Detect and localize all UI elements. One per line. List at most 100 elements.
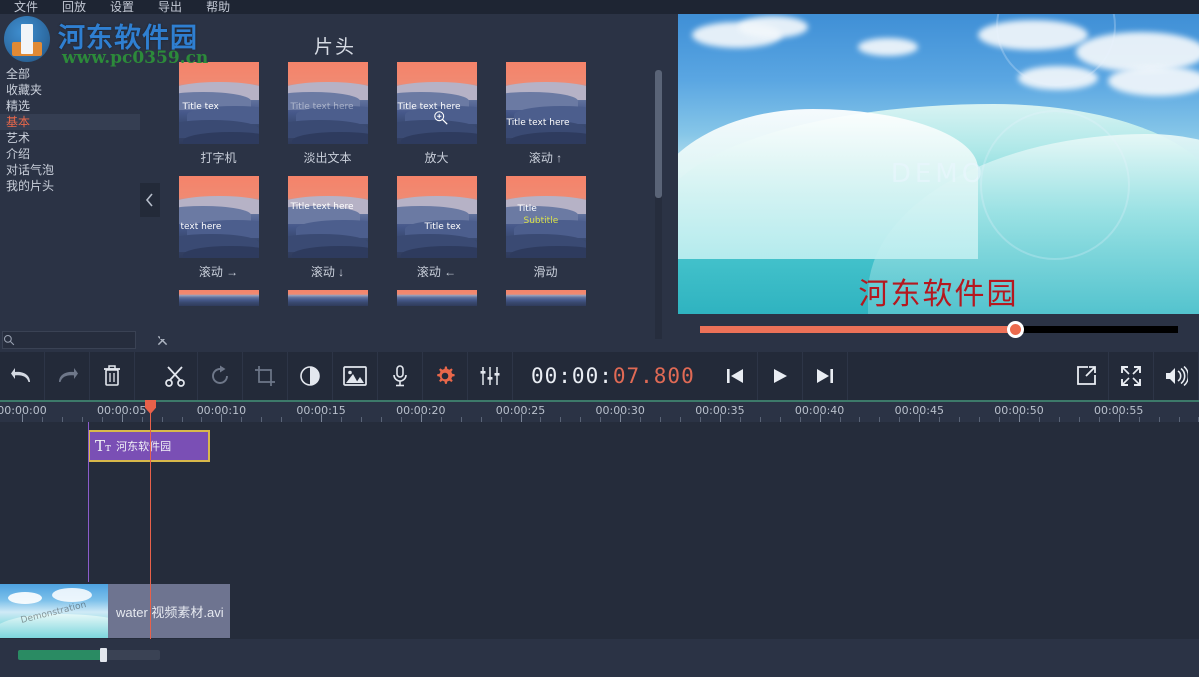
rotate-icon [209, 365, 231, 387]
sidebar-item-label: 基本 [6, 115, 31, 129]
undo-button[interactable] [0, 352, 45, 400]
ruler-tick-major [719, 414, 721, 422]
template-preview-text: text here [180, 222, 222, 232]
template-preview-text: Title text here [506, 118, 570, 128]
snapshot-button[interactable] [1064, 352, 1109, 400]
template-thumbnail: text here [178, 176, 259, 258]
record-audio-button[interactable] [378, 352, 423, 400]
template-card-partial[interactable] [491, 290, 600, 306]
template-preview-text: Title text here [290, 102, 354, 112]
sidebar-item-favorites[interactable]: 收藏夹 [0, 82, 140, 98]
ruler-tick-major [121, 414, 123, 422]
template-card-scroll-left[interactable]: Title tex 滚动 ← [382, 176, 491, 280]
template-card-typewriter[interactable]: Title tex 打字机 [164, 62, 273, 166]
fullscreen-button[interactable] [1109, 352, 1154, 400]
sidebar-item-featured[interactable]: 精选 [0, 98, 140, 114]
scrollbar-thumb[interactable] [655, 70, 662, 198]
timeline-tracks[interactable]: Tт 河东软件园 Demonstration water 视频素材.avi [0, 422, 1199, 639]
menu-item-settings[interactable]: 设置 [98, 1, 146, 14]
timeline-playhead[interactable] [145, 400, 156, 639]
split-button[interactable] [153, 352, 198, 400]
sidebar-item-intro[interactable]: 介绍 [0, 146, 140, 162]
zoom-fill [18, 650, 104, 660]
menu-item-help[interactable]: 帮助 [194, 1, 242, 14]
rotate-button[interactable] [198, 352, 243, 400]
template-preview-text: Title tex [182, 102, 219, 112]
template-card-zoom[interactable]: Title text here 放大 [382, 62, 491, 166]
image-icon [343, 366, 367, 386]
redo-button[interactable] [45, 352, 90, 400]
collapse-panel-button[interactable] [140, 183, 160, 217]
play-button[interactable] [758, 352, 803, 400]
zoom-in-icon [433, 110, 449, 126]
delete-button[interactable] [90, 352, 135, 400]
template-label: 滚动 ← [416, 265, 457, 279]
previous-frame-button[interactable] [713, 352, 758, 400]
menu-item-export[interactable]: 导出 [146, 1, 194, 14]
menu-item-playback[interactable]: 回放 [50, 1, 98, 14]
seek-handle[interactable] [1007, 320, 1025, 338]
settings-button[interactable] [423, 352, 468, 400]
template-label: 滑动 [533, 265, 558, 279]
image-button[interactable] [333, 352, 378, 400]
template-thumbnail: Title text here [287, 176, 368, 258]
video-clip[interactable]: Demonstration water 视频素材.avi [0, 584, 230, 638]
template-label: 滚动 → [198, 265, 239, 279]
template-preview-text: Title text here [397, 102, 461, 112]
sidebar-item-my-titles[interactable]: 我的片头 [0, 178, 140, 194]
sidebar-item-label: 介绍 [6, 147, 31, 161]
sidebar-item-all[interactable]: 全部 [0, 66, 140, 82]
template-card-slide[interactable]: Title Subtitle 滑动 [491, 176, 600, 280]
timecode-main: 00:00: [531, 364, 613, 388]
sidebar-item-basic[interactable]: 基本 [0, 114, 140, 130]
ruler-tick-major [1118, 414, 1120, 422]
zoom-knob[interactable] [100, 648, 108, 662]
timeline-zoom-slider[interactable] [18, 648, 160, 662]
search-input[interactable] [15, 334, 157, 346]
volume-button[interactable] [1154, 352, 1199, 400]
color-adjust-button[interactable] [288, 352, 333, 400]
title-clip[interactable]: Tт 河东软件园 [88, 430, 210, 462]
template-card-scroll-right[interactable]: text here 滚动 → [164, 176, 273, 280]
search-box[interactable] [2, 331, 168, 349]
demo-watermark: DEMO [890, 159, 987, 189]
browser-scrollbar[interactable] [655, 70, 662, 339]
export-frame-icon [1075, 365, 1097, 387]
gear-icon [434, 365, 456, 387]
timeline-ruler[interactable]: 00:00:00 00:00:05 00:00:10 00:00:15 00:00:20… [0, 400, 1199, 422]
undo-icon [10, 366, 34, 386]
template-card-scroll-down[interactable]: Title text here 滚动 ↓ [273, 176, 382, 280]
skip-previous-icon [725, 367, 745, 385]
fullscreen-icon [1120, 365, 1142, 387]
preview-title-text: 河东软件园 [858, 277, 1019, 312]
video-editor-window: 文件 回放 设置 导出 帮助 全部 收藏夹 精选 基本 艺术 介绍 对话气泡 我… [0, 0, 1199, 677]
template-thumbnail: Title text here [505, 62, 586, 144]
menu-item-file[interactable]: 文件 [2, 1, 50, 14]
template-thumbnail [505, 290, 586, 306]
template-card-partial[interactable] [273, 290, 382, 306]
timecode-seconds: 07.800 [612, 364, 695, 388]
sidebar-item-speech-bubble[interactable]: 对话气泡 [0, 162, 140, 178]
template-label: 淡出文本 [303, 151, 352, 165]
sidebar-item-label: 我的片头 [6, 179, 55, 193]
ruler-tick-major [520, 414, 522, 422]
template-thumbnail: Title tex [178, 62, 259, 144]
template-thumbnail [396, 290, 477, 306]
template-card-partial[interactable] [164, 290, 273, 306]
status-bar: 项目设置: 1920x1080 16:9 29.97 FPS, 44100 Hz… [0, 639, 1199, 677]
equalizer-button[interactable] [468, 352, 513, 400]
chevron-left-icon [145, 192, 155, 208]
sidebar-item-art[interactable]: 艺术 [0, 130, 140, 146]
seek-track[interactable] [700, 320, 1178, 338]
play-icon [770, 367, 790, 385]
next-frame-button[interactable] [803, 352, 848, 400]
template-card-scroll-up[interactable]: Title text here 滚动 ↑ [491, 62, 600, 166]
template-thumbnail: Title text here [287, 62, 368, 144]
video-preview[interactable]: DEMO 河东软件园 [678, 14, 1199, 314]
template-card-partial[interactable] [382, 290, 491, 306]
clip-label: water 视频素材.avi [116, 604, 224, 620]
skip-next-icon [815, 367, 835, 385]
template-card-fade-text[interactable]: Title text here 淡出文本 [273, 62, 382, 166]
template-preview-subtitle: Subtitle [523, 216, 559, 226]
crop-button[interactable] [243, 352, 288, 400]
